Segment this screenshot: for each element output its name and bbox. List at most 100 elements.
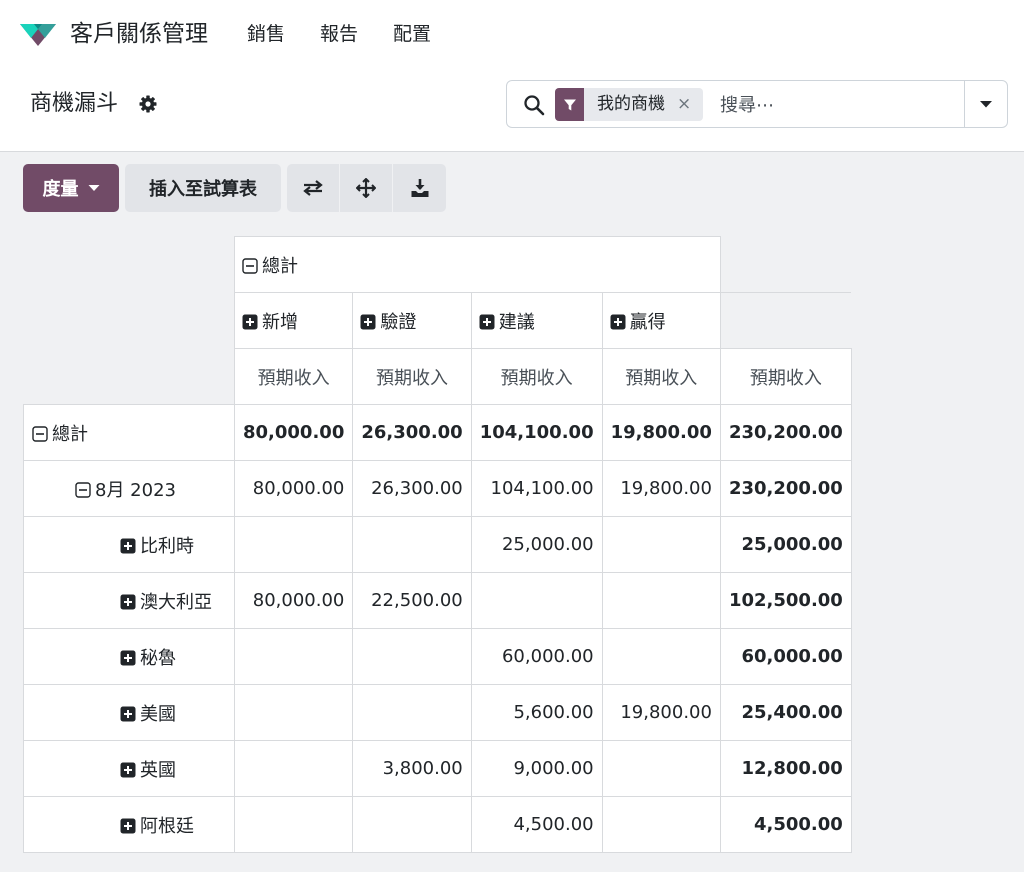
pivot-actions-group <box>287 164 446 212</box>
measures-button[interactable]: 度量 <box>23 164 119 212</box>
value-cell[interactable]: 19,800.00 <box>601 684 721 741</box>
nav-menu-configuration[interactable]: 配置 <box>393 20 431 48</box>
row-header-label: 美國 <box>140 703 176 725</box>
row-header[interactable]: 美國 <box>23 684 235 741</box>
pivot-table: 總計 新增 驗證 建議 贏得 預期收入 預期收入 預期收入 預期收入 預期收入 … <box>23 236 852 853</box>
value-cell[interactable] <box>233 628 354 685</box>
facet-remove-icon[interactable]: × <box>677 88 703 121</box>
expand-icon <box>242 314 258 329</box>
collapse-icon <box>242 257 258 274</box>
pivot-row: 澳大利亞 80,000.00 22,500.00 102,500.00 <box>23 572 852 629</box>
row-header[interactable]: 比利時 <box>23 516 235 573</box>
navbar: 客戶關係管理 銷售 報告 配置 <box>0 0 1024 68</box>
total-cell[interactable]: 12,800.00 <box>719 740 852 797</box>
value-cell[interactable]: 80,000.00 <box>233 572 354 629</box>
row-header-label: 比利時 <box>140 535 194 557</box>
value-cell[interactable] <box>233 796 354 853</box>
col-header-won[interactable]: 贏得 <box>601 292 721 349</box>
gear-icon[interactable] <box>138 94 158 114</box>
col-header-label: 總計 <box>262 255 298 277</box>
value-cell[interactable] <box>233 684 354 741</box>
value-cell[interactable]: 4,500.00 <box>470 796 603 853</box>
value-cell[interactable] <box>601 572 721 629</box>
row-header[interactable]: 澳大利亞 <box>23 572 235 629</box>
value-cell[interactable]: 22,500.00 <box>352 572 472 629</box>
row-header-label: 8月 2023 <box>95 479 176 501</box>
value-cell[interactable]: 3,800.00 <box>352 740 472 797</box>
total-cell[interactable]: 230,200.00 <box>719 404 852 461</box>
expand-all-button[interactable] <box>340 164 393 212</box>
search-options-toggle[interactable] <box>964 81 1007 127</box>
search-icon[interactable] <box>523 94 545 116</box>
value-cell[interactable]: 26,300.00 <box>352 404 472 461</box>
value-cell[interactable] <box>601 628 721 685</box>
value-cell[interactable]: 104,100.00 <box>470 460 603 517</box>
value-cell[interactable]: 80,000.00 <box>233 404 354 461</box>
value-cell[interactable]: 104,100.00 <box>470 404 603 461</box>
value-cell[interactable] <box>352 628 472 685</box>
value-cell[interactable]: 25,000.00 <box>470 516 603 573</box>
total-cell[interactable]: 102,500.00 <box>719 572 852 629</box>
value-cell[interactable] <box>352 684 472 741</box>
measure-header[interactable]: 預期收入 <box>470 348 603 405</box>
download-button[interactable] <box>393 164 446 212</box>
total-cell[interactable]: 4,500.00 <box>719 796 852 853</box>
pivot-corner <box>24 237 235 293</box>
row-header-label: 秘魯 <box>140 647 176 669</box>
search-facet: 我的商機 × <box>555 88 704 121</box>
nav-menu-sales[interactable]: 銷售 <box>247 20 285 48</box>
value-cell[interactable] <box>601 516 721 573</box>
total-cell[interactable]: 60,000.00 <box>719 628 852 685</box>
row-header[interactable]: 總計 <box>23 404 235 461</box>
expand-icon <box>120 538 136 553</box>
value-cell[interactable] <box>352 516 472 573</box>
value-cell[interactable]: 60,000.00 <box>470 628 603 685</box>
measure-header[interactable]: 預期收入 <box>601 348 721 405</box>
col-header-total[interactable]: 總計 <box>234 236 721 293</box>
nav-menu-reporting[interactable]: 報告 <box>320 20 358 48</box>
download-icon <box>411 179 428 197</box>
value-cell[interactable] <box>233 516 354 573</box>
total-cell[interactable]: 230,200.00 <box>719 460 852 517</box>
value-cell[interactable] <box>352 796 472 853</box>
measure-header[interactable]: 預期收入 <box>233 348 354 405</box>
search-bar: 我的商機 × <box>506 80 1008 128</box>
flip-axis-button[interactable] <box>287 164 340 212</box>
col-header-proposition[interactable]: 建議 <box>470 292 603 349</box>
insert-in-spreadsheet-button[interactable]: 插入至試算表 <box>125 164 281 212</box>
value-cell[interactable] <box>470 572 603 629</box>
expand-all-icon <box>356 178 376 198</box>
expand-icon <box>360 314 376 329</box>
col-header-new[interactable]: 新增 <box>233 292 354 349</box>
col-header-qualified[interactable]: 驗證 <box>352 292 472 349</box>
value-cell[interactable] <box>233 740 354 797</box>
row-header[interactable]: 秘魯 <box>23 628 235 685</box>
search-input[interactable] <box>720 91 960 119</box>
row-header-label: 澳大利亞 <box>140 591 212 613</box>
value-cell[interactable]: 80,000.00 <box>233 460 354 517</box>
measure-header[interactable]: 預期收入 <box>352 348 472 405</box>
crm-logo-icon[interactable] <box>18 18 58 50</box>
expand-icon <box>120 818 136 833</box>
value-cell[interactable]: 9,000.00 <box>470 740 603 797</box>
pivot-row: 總計 80,000.00 26,300.00 104,100.00 19,800.00 2… <box>23 404 852 461</box>
col-header-label: 贏得 <box>629 311 666 333</box>
total-cell[interactable]: 25,400.00 <box>719 684 852 741</box>
value-cell[interactable]: 26,300.00 <box>352 460 472 517</box>
total-cell[interactable]: 25,000.00 <box>719 516 852 573</box>
row-header[interactable]: 阿根廷 <box>23 796 235 853</box>
value-cell[interactable]: 19,800.00 <box>601 460 721 517</box>
app-title[interactable]: 客戶關係管理 <box>70 18 208 50</box>
pivot-corner <box>720 236 852 293</box>
measure-header[interactable]: 預期收入 <box>719 348 852 405</box>
page-title: 商機漏斗 <box>30 91 119 116</box>
value-cell[interactable]: 5,600.00 <box>470 684 603 741</box>
expand-icon <box>610 314 626 329</box>
pivot-row: 8月 2023 80,000.00 26,300.00 104,100.00 19,80… <box>23 460 852 517</box>
value-cell[interactable] <box>601 796 721 853</box>
value-cell[interactable] <box>601 740 721 797</box>
col-header-label: 驗證 <box>380 311 417 333</box>
row-header[interactable]: 8月 2023 <box>23 460 235 517</box>
row-header[interactable]: 英國 <box>23 740 235 797</box>
value-cell[interactable]: 19,800.00 <box>601 404 721 461</box>
